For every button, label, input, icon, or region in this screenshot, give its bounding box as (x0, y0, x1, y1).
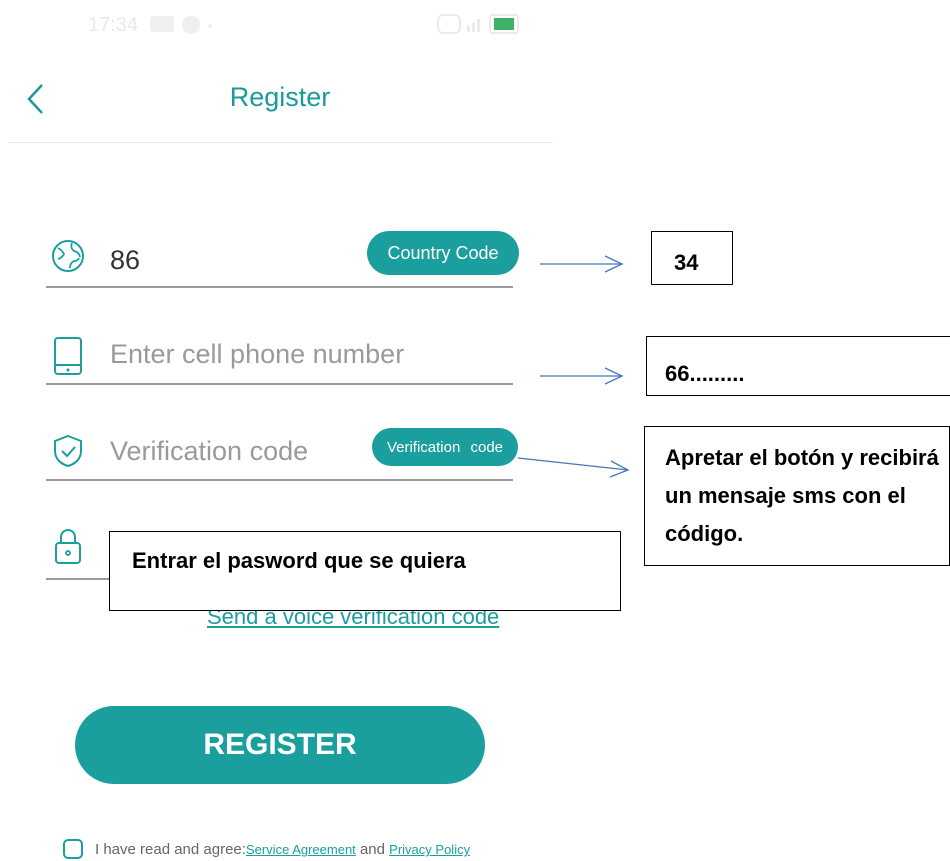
phone-icon (50, 336, 86, 376)
phone-field-underline (46, 383, 513, 385)
app-notification-icon (182, 16, 200, 34)
country-code-value[interactable]: 86 (110, 245, 140, 276)
status-left-icons (150, 16, 212, 34)
status-right-icons (437, 14, 519, 34)
vibrate-icon (437, 14, 461, 34)
more-notifications-icon (208, 24, 212, 28)
globe-icon (50, 238, 86, 278)
service-agreement-link[interactable]: Service Agreement (246, 842, 356, 857)
register-button[interactable]: REGISTER (75, 706, 485, 784)
verification-field-underline (46, 479, 513, 481)
country-field-underline (46, 286, 513, 288)
agreement-text: I have read and agree:Service Agreement … (95, 841, 470, 858)
annotation-country-note: 34 (651, 231, 733, 285)
verification-code-button[interactable]: Verification code (372, 428, 518, 466)
notification-icon (150, 16, 174, 32)
lock-icon (50, 527, 86, 567)
battery-icon (489, 14, 519, 34)
signal-icon (465, 14, 485, 34)
annotation-password-note: Entrar el pasword que se quiera (109, 531, 621, 611)
agreement-conjunction: and (355, 841, 390, 858)
agreement-checkbox[interactable] (63, 839, 83, 859)
header-divider (8, 142, 553, 143)
phone-number-input[interactable]: Enter cell phone number (110, 339, 404, 370)
status-time: 17:34 (88, 14, 139, 36)
country-code-button[interactable]: Country Code (367, 231, 519, 275)
verification-code-input[interactable]: Verification code (110, 436, 308, 467)
page-title: Register (229, 82, 331, 112)
annotation-verification-note: Apretar el botón y recibirá un mensaje s… (644, 426, 950, 566)
annotation-phone-note: 66......... (646, 336, 950, 396)
shield-check-icon (50, 433, 86, 473)
agreement-prefix: I have read and agree: (95, 841, 246, 858)
privacy-policy-link[interactable]: Privacy Policy (389, 842, 470, 857)
